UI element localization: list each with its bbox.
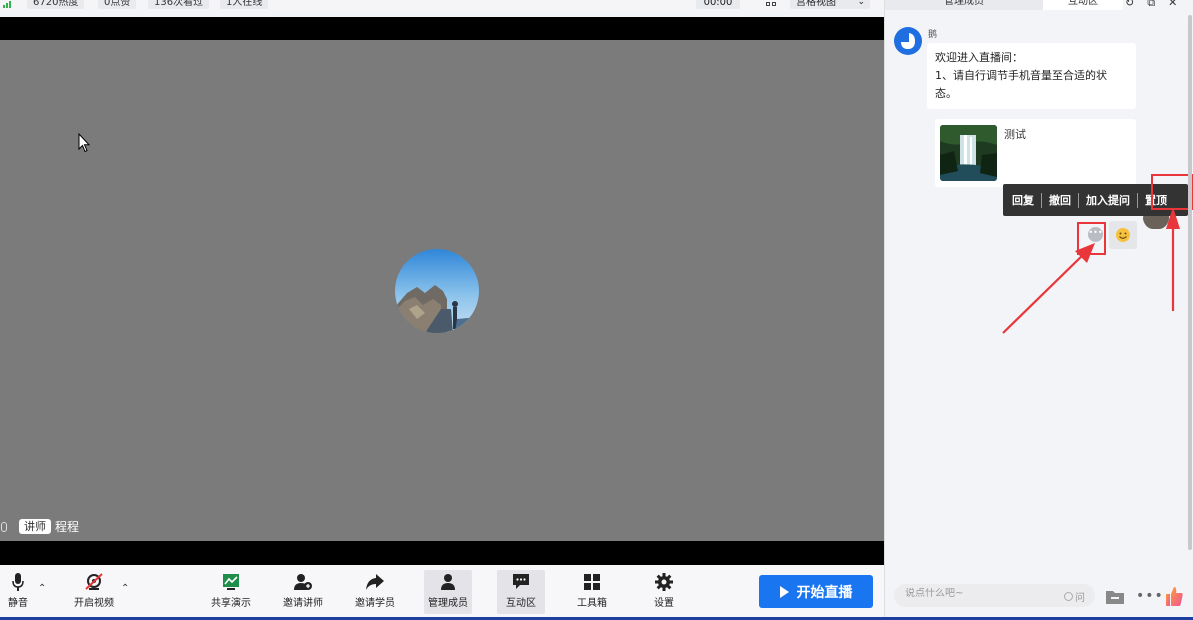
toolbox-label: 工具箱 (577, 598, 607, 609)
chat-message-text: 欢迎进入直播间： 1、请自行调节手机音量至合适的状态。 (935, 51, 1107, 100)
more-icon[interactable]: ••• (1136, 588, 1164, 604)
share-screen-label: 共享演示 (211, 598, 251, 609)
online-stat: 1人在线 (220, 0, 269, 9)
chat-author-avatar (894, 27, 922, 55)
chevron-down-icon: ⌄ (857, 0, 865, 7)
chat-author-name: 鹅 (928, 30, 938, 40)
interaction-button[interactable]: 互动区 (497, 570, 545, 614)
mute-button[interactable]: 静音 (4, 570, 32, 614)
signal-icon (3, 0, 15, 8)
add-user-icon (293, 570, 313, 594)
invite-student-button[interactable]: 邀请学员 (354, 570, 396, 614)
side-panel: 管理成员 互动区 ↻ ⧉ ✕ 鹅 欢迎进入直播间： 1、请自行调节手机音量至合适… (884, 0, 1193, 620)
menu-item-add-question[interactable]: 加入提问 (1079, 192, 1137, 208)
radio-circle-icon (1064, 592, 1073, 601)
invite-lecturer-button[interactable]: 邀请讲师 (282, 570, 324, 614)
start-live-label: 开始直播 (796, 584, 853, 601)
manage-members-button[interactable]: 管理成员 (424, 570, 472, 614)
camera-button[interactable]: 开启视频 (72, 570, 116, 614)
mute-label: 静音 (8, 598, 28, 609)
close-icon[interactable]: ✕ (1168, 0, 1177, 10)
chat-message-bubble[interactable]: 欢迎进入直播间： 1、请自行调节手机音量至合适的状态。 (927, 43, 1136, 109)
tab-manage-members[interactable]: 管理成员 (885, 0, 1043, 10)
invite-student-label: 邀请学员 (355, 598, 395, 609)
grid-view-icon[interactable] (766, 0, 776, 6)
video-letterbox-bottom (0, 541, 884, 565)
live-timer: 00:00 (696, 0, 740, 9)
chat-input-box[interactable]: 问 (894, 584, 1095, 607)
toolbox-button[interactable]: 工具箱 (571, 570, 613, 614)
panel-tabs: 管理成员 互动区 ↻ ⧉ ✕ (885, 0, 1193, 12)
chat-input[interactable] (905, 588, 1045, 599)
refresh-icon[interactable]: ↻ (1125, 0, 1134, 10)
share-arrow-icon (365, 570, 385, 594)
popout-icon[interactable]: ⧉ (1147, 0, 1155, 10)
question-toggle[interactable]: 问 (1064, 589, 1085, 604)
invite-lecturer-label: 邀请讲师 (283, 598, 323, 609)
speaker-role-badge: 讲师 (19, 519, 51, 534)
share-screen-button[interactable]: 共享演示 (210, 570, 252, 614)
mic-status-icon (1, 521, 7, 532)
lecturer-avatar (395, 249, 479, 333)
menu-item-reply[interactable]: 回复 (1010, 192, 1041, 208)
settings-button[interactable]: 设置 (644, 570, 684, 614)
gear-icon (654, 570, 674, 594)
speaker-name: 程程 (55, 520, 80, 534)
camera-off-icon (84, 570, 104, 594)
camera-label: 开启视频 (74, 598, 114, 609)
stats-bar: 6720热度 0点赞 136次看过 1人在线 00:00 宫格视图 ⌄ (0, 0, 884, 12)
live-room-window: 6720热度 0点赞 136次看过 1人在线 00:00 宫格视图 ⌄ 讲师 程… (0, 0, 1193, 620)
video-stage[interactable]: 讲师 程程 (0, 40, 884, 541)
mic-options-chevron-icon[interactable]: ⌃ (38, 583, 46, 594)
control-toolbar: 静音 ⌃ 开启视频 ⌃ 共享演示 邀请讲师 邀请学员 管理成员 互动区 工具箱 … (0, 565, 884, 620)
tab-interaction[interactable]: 互动区 (1043, 0, 1123, 10)
manage-members-label: 管理成员 (428, 598, 468, 609)
share-screen-icon (221, 570, 241, 594)
views-stat: 136次看过 (148, 0, 210, 9)
menu-item-recall[interactable]: 撤回 (1042, 192, 1078, 208)
view-mode-select[interactable]: 宫格视图 ⌄ (790, 0, 870, 9)
video-letterbox-top (0, 17, 884, 40)
members-icon (438, 570, 458, 594)
panel-scrollbar[interactable] (1188, 15, 1192, 550)
settings-label: 设置 (654, 598, 674, 609)
camera-options-chevron-icon[interactable]: ⌃ (121, 583, 129, 594)
start-live-button[interactable]: 开始直播 (759, 575, 873, 608)
annotation-arrow-icon (1166, 207, 1180, 311)
like-icon[interactable] (1164, 585, 1184, 607)
video-card-title: 测试 (1004, 128, 1026, 141)
mouse-cursor-icon (78, 133, 90, 153)
view-mode-label: 宫格视图 (796, 0, 836, 8)
video-card-message[interactable]: 测试 (935, 119, 1136, 187)
play-icon (779, 585, 789, 598)
folder-icon[interactable] (1105, 589, 1125, 605)
emoji-button[interactable] (1109, 221, 1137, 249)
window-controls: ↻ ⧉ ✕ (1125, 0, 1177, 10)
interaction-label: 互动区 (506, 598, 536, 609)
waterfall-thumbnail (940, 125, 997, 181)
heat-stat: 6720热度 (27, 0, 85, 9)
speaker-tag: 讲师 程程 (0, 518, 79, 535)
toolbox-grid-icon (583, 570, 601, 594)
smile-emoji-icon (1116, 228, 1130, 242)
chat-icon (511, 570, 531, 594)
microphone-icon (11, 570, 25, 594)
annotation-arrow-icon (1002, 243, 1095, 334)
question-toggle-label: 问 (1075, 593, 1085, 604)
likes-stat: 0点赞 (98, 0, 137, 9)
